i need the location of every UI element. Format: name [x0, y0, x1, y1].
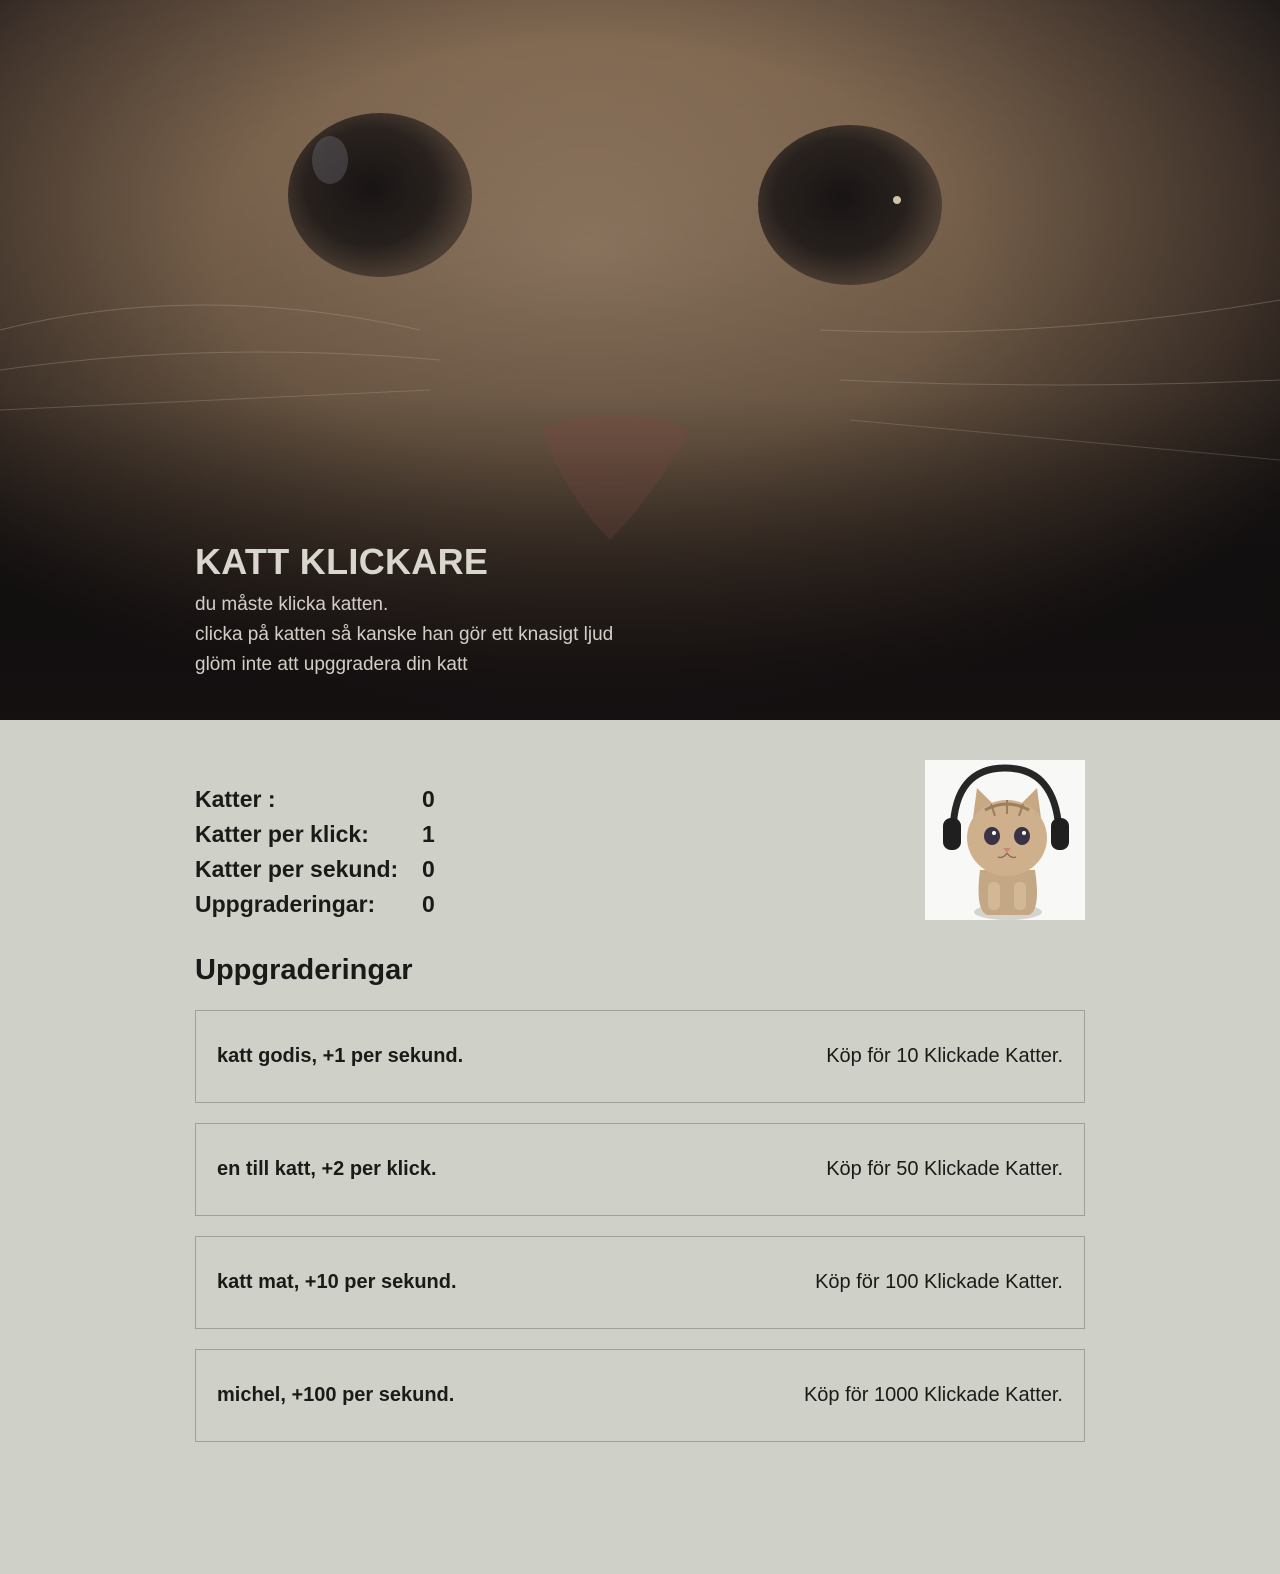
upgrade-michel-button[interactable]: michel, +100 per sekund. Köp för 1000 Kl…	[195, 1349, 1085, 1442]
upgrade-price: Köp för 50 Klickade Katter.	[826, 1158, 1063, 1180]
hero-banner: KATT KLICKARE du måste klicka katten. cl…	[0, 0, 1280, 720]
upgrade-name: katt godis, +1 per sekund.	[217, 1045, 464, 1067]
hero-line: clicka på katten så kanske han gör ett k…	[195, 624, 614, 645]
hero-line: du måste klicka katten.	[195, 594, 389, 615]
upgrade-name: michel, +100 per sekund.	[217, 1384, 455, 1406]
upgrade-katt-mat-button[interactable]: katt mat, +10 per sekund. Köp för 100 Kl…	[195, 1236, 1085, 1329]
stat-value: 0	[422, 891, 435, 917]
cat-face-photo	[0, 0, 1280, 720]
upgrade-name: en till katt, +2 per klick.	[217, 1158, 437, 1180]
page-title: KATT KLICKARE	[195, 541, 489, 582]
hero-line: glöm inte att upggradera din katt	[195, 654, 468, 675]
stat-value: 0	[422, 856, 435, 882]
upgrades-heading: Uppgraderingar	[195, 954, 413, 986]
stat-value: 0	[422, 786, 435, 812]
headphone-cat-image	[925, 760, 1085, 920]
upgrade-price: Köp för 10 Klickade Katter.	[826, 1045, 1063, 1067]
stat-label: Uppgraderingar:	[195, 891, 376, 917]
hero-text: KATT KLICKARE du måste klicka katten. cl…	[195, 540, 613, 680]
upgrade-en-till-katt-button[interactable]: en till katt, +2 per klick. Köp för 50 K…	[195, 1123, 1085, 1216]
cat-clicker-button[interactable]	[925, 760, 1085, 920]
upgrade-price: Köp för 100 Klickade Katter.	[815, 1271, 1063, 1293]
stat-label: Katter :	[195, 786, 276, 812]
stat-value: 1	[422, 821, 435, 847]
upgrade-price: Köp för 1000 Klickade Katter.	[803, 1384, 1063, 1406]
stat-label: Katter per sekund:	[195, 856, 399, 882]
upgrade-list: katt godis, +1 per sekund. Köp för 10 Kl…	[195, 1010, 1085, 1442]
main-content: Katter : 0 Katter per klick: 1 Katter pe…	[195, 720, 1085, 1442]
stat-label: Katter per klick:	[195, 821, 369, 847]
upgrade-name: katt mat, +10 per sekund.	[217, 1271, 457, 1293]
upgrade-katt-godis-button[interactable]: katt godis, +1 per sekund. Köp för 10 Kl…	[195, 1010, 1085, 1103]
